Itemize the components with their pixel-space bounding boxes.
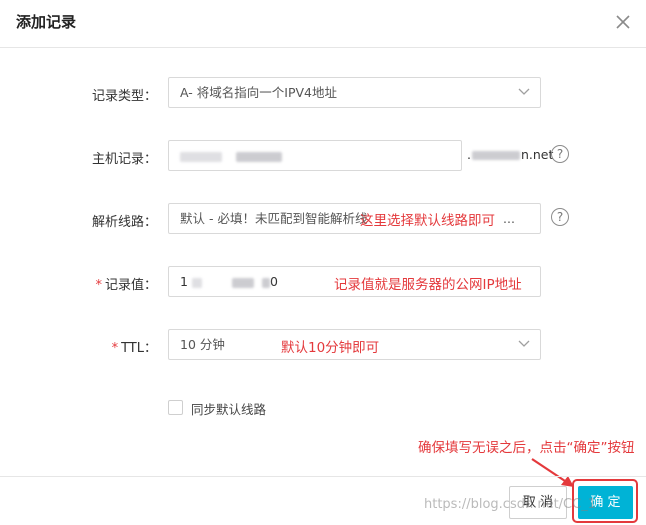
redacted-ip-part — [261, 277, 270, 288]
record-value-annotation: 记录值就是服务器的公网IP地址 — [334, 277, 522, 293]
help-icon[interactable]: ? — [551, 145, 569, 163]
record-type-value: A- 将域名指向一个IPV4地址 — [180, 85, 337, 100]
ttl-value: 10 分钟 — [180, 337, 225, 352]
record-value-end: 0 — [269, 274, 278, 289]
domain-suffix-end: n.net — [520, 147, 554, 162]
host-record-input[interactable] — [168, 140, 462, 171]
resolve-line-label: 解析线路： — [91, 215, 157, 230]
ttl-annotation: 默认10分钟即可 — [281, 340, 380, 356]
sync-default-line-label: 同步默认线路 — [191, 402, 267, 417]
chevron-down-icon — [518, 88, 530, 95]
record-type-label: 记录类型： — [91, 89, 157, 104]
ttl-label-text: TTL： — [121, 341, 157, 356]
cancel-button[interactable]: 取 消 — [509, 486, 567, 519]
redacted-placeholder — [180, 151, 222, 162]
domain-suffix-start: . — [467, 147, 471, 162]
confirm-button-highlight — [572, 479, 638, 523]
chevron-down-icon — [518, 340, 530, 347]
record-type-select[interactable]: A- 将域名指向一个IPV4地址 — [168, 77, 541, 108]
help-icon[interactable]: ? — [551, 208, 569, 226]
host-domain-suffix: . n.net — [467, 147, 553, 162]
arrow-icon — [531, 458, 574, 487]
redacted-ip-part — [191, 277, 202, 288]
redacted-ip-part — [231, 277, 254, 288]
resolve-line-value: 默认 - 必填！未匹配到智能解析线 — [180, 211, 368, 226]
footer-divider — [0, 476, 646, 477]
required-mark: * — [111, 341, 119, 356]
dialog-header: 添加记录 — [0, 0, 646, 48]
resolve-line-ellipsis: ... — [503, 211, 515, 226]
sync-default-line-checkbox[interactable] — [168, 400, 183, 415]
dialog-title: 添加记录 — [16, 13, 77, 31]
confirm-annotation: 确保填写无误之后，点击“确定”按钮 — [418, 440, 635, 456]
record-value-label: * 记录值： — [37, 274, 157, 293]
record-value-label-text: 记录值： — [104, 278, 157, 293]
required-mark: * — [95, 278, 102, 293]
host-record-label: 主机记录： — [91, 152, 157, 167]
resolve-line-annotation: 这里选择默认线路即可 — [360, 213, 495, 229]
add-record-dialog: 添加记录 记录类型： A- 将域名指向一个IPV4地址 主机记录： . n.net… — [0, 0, 646, 525]
close-icon[interactable] — [612, 11, 634, 33]
record-value-start: 1 — [180, 274, 188, 289]
redacted-placeholder — [235, 151, 282, 162]
redacted-domain — [471, 151, 520, 160]
ttl-label: * TTL： — [37, 337, 157, 356]
